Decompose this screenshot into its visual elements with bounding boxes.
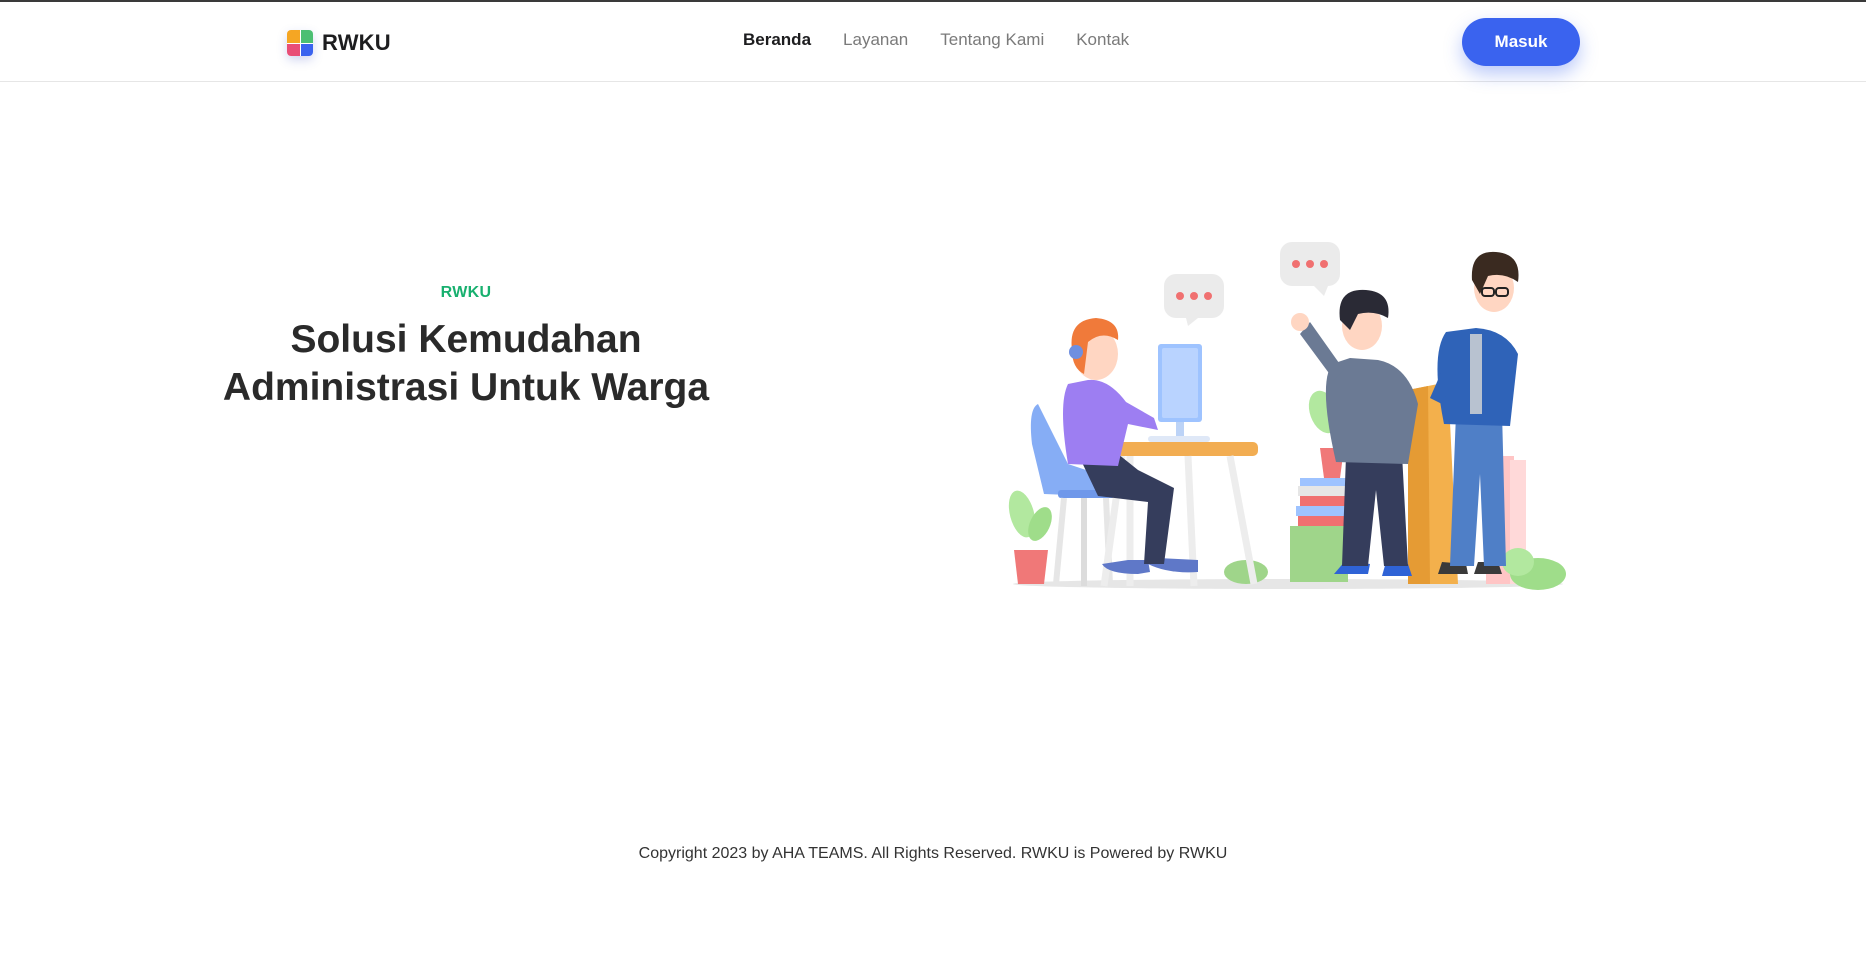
hero-title-line2: Administrasi Untuk Warga	[222, 366, 710, 409]
hero-eyebrow: RWKU	[440, 284, 492, 301]
brand-link[interactable]: RWKU	[287, 26, 391, 60]
copyright-text: Copyright 2023 by AHA TEAMS. All Rights …	[638, 845, 1228, 862]
hero-title: Solusi Kemudahan Administrasi Untuk Warg…	[180, 316, 752, 412]
office-team-illustration	[998, 234, 1572, 590]
hero-section: RWKU Solusi Kemudahan Administrasi Untuk…	[180, 284, 752, 412]
login-button[interactable]: Masuk	[1462, 18, 1580, 66]
nav-item-beranda[interactable]: Beranda	[743, 30, 811, 50]
nav-item-kontak[interactable]: Kontak	[1076, 30, 1129, 50]
hero-title-line1: Solusi Kemudahan	[290, 318, 642, 361]
nav-item-tentang-kami[interactable]: Tentang Kami	[940, 30, 1044, 50]
main-nav: Beranda Layanan Tentang Kami Kontak	[743, 30, 1129, 50]
footer: Copyright 2023 by AHA TEAMS. All Rights …	[0, 845, 1866, 863]
brand-name: RWKU	[322, 30, 391, 55]
rwku-logo-icon	[287, 30, 313, 56]
navbar: RWKU Beranda Layanan Tentang Kami Kontak…	[0, 2, 1866, 82]
nav-item-layanan[interactable]: Layanan	[843, 30, 908, 50]
